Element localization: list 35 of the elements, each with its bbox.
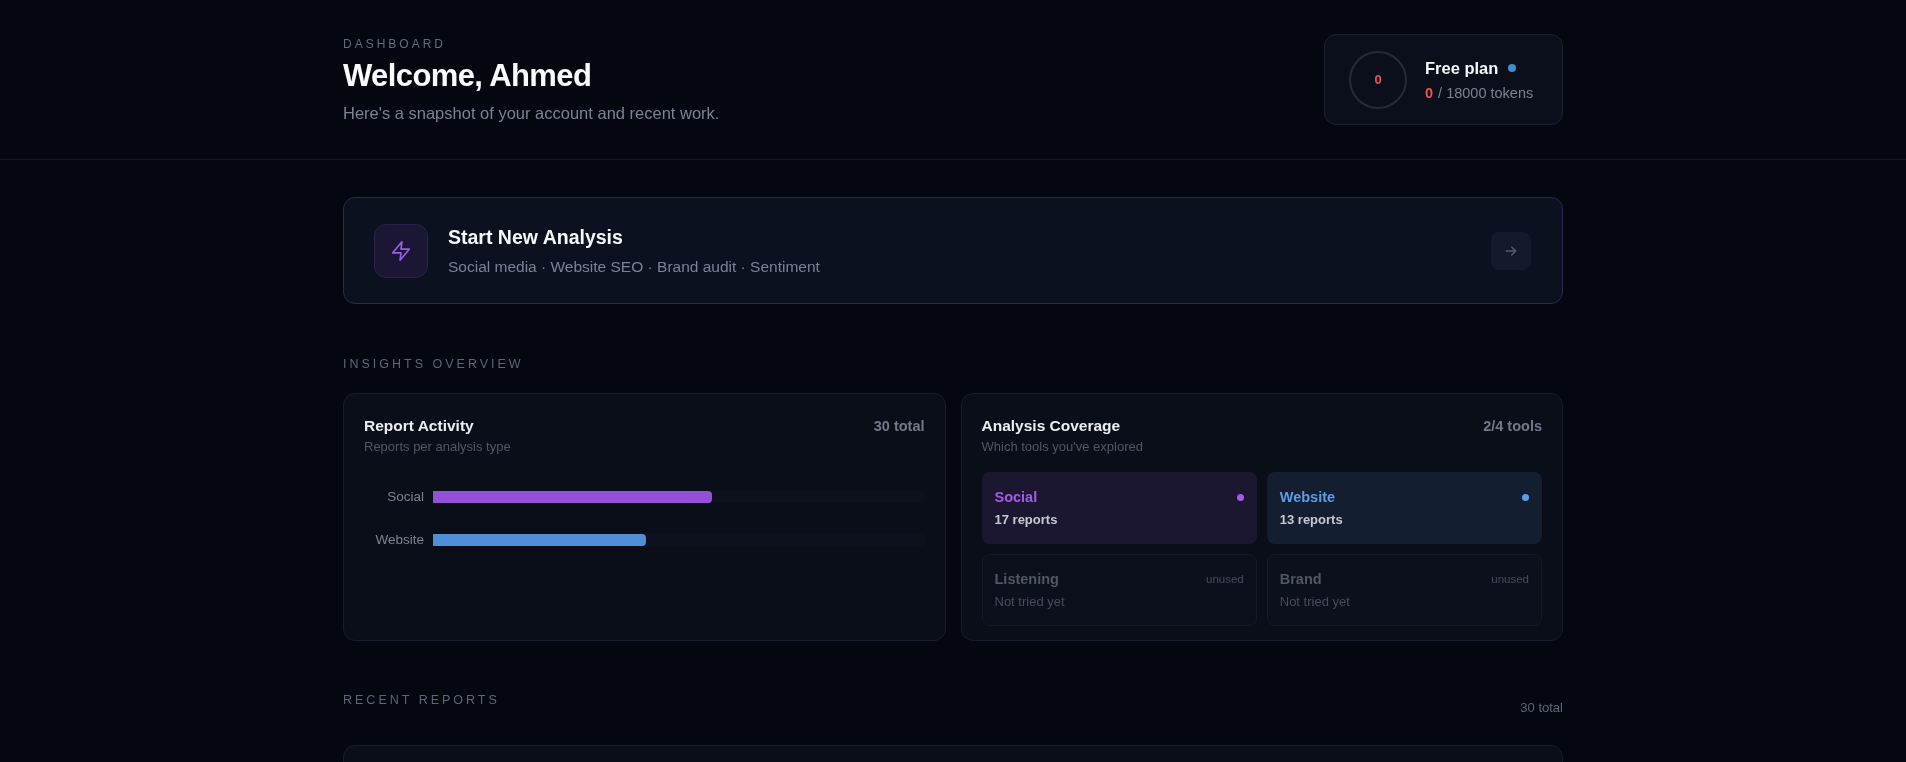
card-title: Report Activity <box>364 416 474 436</box>
tool-name: Brand <box>1279 570 1322 588</box>
page-eyebrow: DASHBOARD <box>343 36 447 51</box>
section-heading: RECENT REPORTS <box>343 693 500 708</box>
card-total: 2/4 tools <box>1483 417 1542 436</box>
tokens-quota: / 18000 tokens <box>1438 83 1534 102</box>
card-total: 30 total <box>873 417 925 436</box>
plan-name: Free plan <box>1425 57 1499 78</box>
page-title: Welcome, Ahmed <box>343 56 593 95</box>
tool-name: Social <box>994 488 1038 506</box>
tool-detail: Not tried yet <box>1279 594 1351 610</box>
card-subtitle: Reports per analysis type <box>364 439 512 455</box>
section-heading: INSIGHTS OVERVIEW <box>343 357 525 372</box>
tool-name: Website <box>1279 488 1336 506</box>
usage-count: 0 <box>1374 72 1382 87</box>
tool-detail: Not tried yet <box>994 594 1066 610</box>
new-analysis-card[interactable]: Start New Analysis Social media · Website SEO · Brand audit · Sentiment <box>343 197 1563 304</box>
bar-label: Website <box>374 532 424 548</box>
tool-status: unused <box>1206 572 1244 586</box>
tool-name: Listening <box>994 570 1059 588</box>
new-analysis-title: Start New Analysis <box>448 225 624 249</box>
card-subtitle: Which tools you've explored <box>981 439 1144 455</box>
reports-total: 30 total <box>1520 700 1563 716</box>
analysis-types: Social media · Website SEO · Brand audit · Sentiment <box>448 257 821 276</box>
ring-icon <box>1349 50 1407 109</box>
lightning-icon <box>374 223 428 278</box>
tool-status: unused <box>1491 572 1529 586</box>
card-title: Analysis Coverage <box>981 416 1121 436</box>
arrow-right-icon[interactable] <box>1491 231 1531 270</box>
tool-detail: 13 reports <box>1279 512 1344 528</box>
bar-label: Social <box>386 489 424 505</box>
status-dot-icon <box>1508 63 1517 72</box>
tool-detail: 17 reports <box>994 512 1059 528</box>
page-subtitle: Here's a snapshot of your account and recent work. <box>343 102 720 123</box>
tokens-used: 0 <box>1425 83 1434 102</box>
